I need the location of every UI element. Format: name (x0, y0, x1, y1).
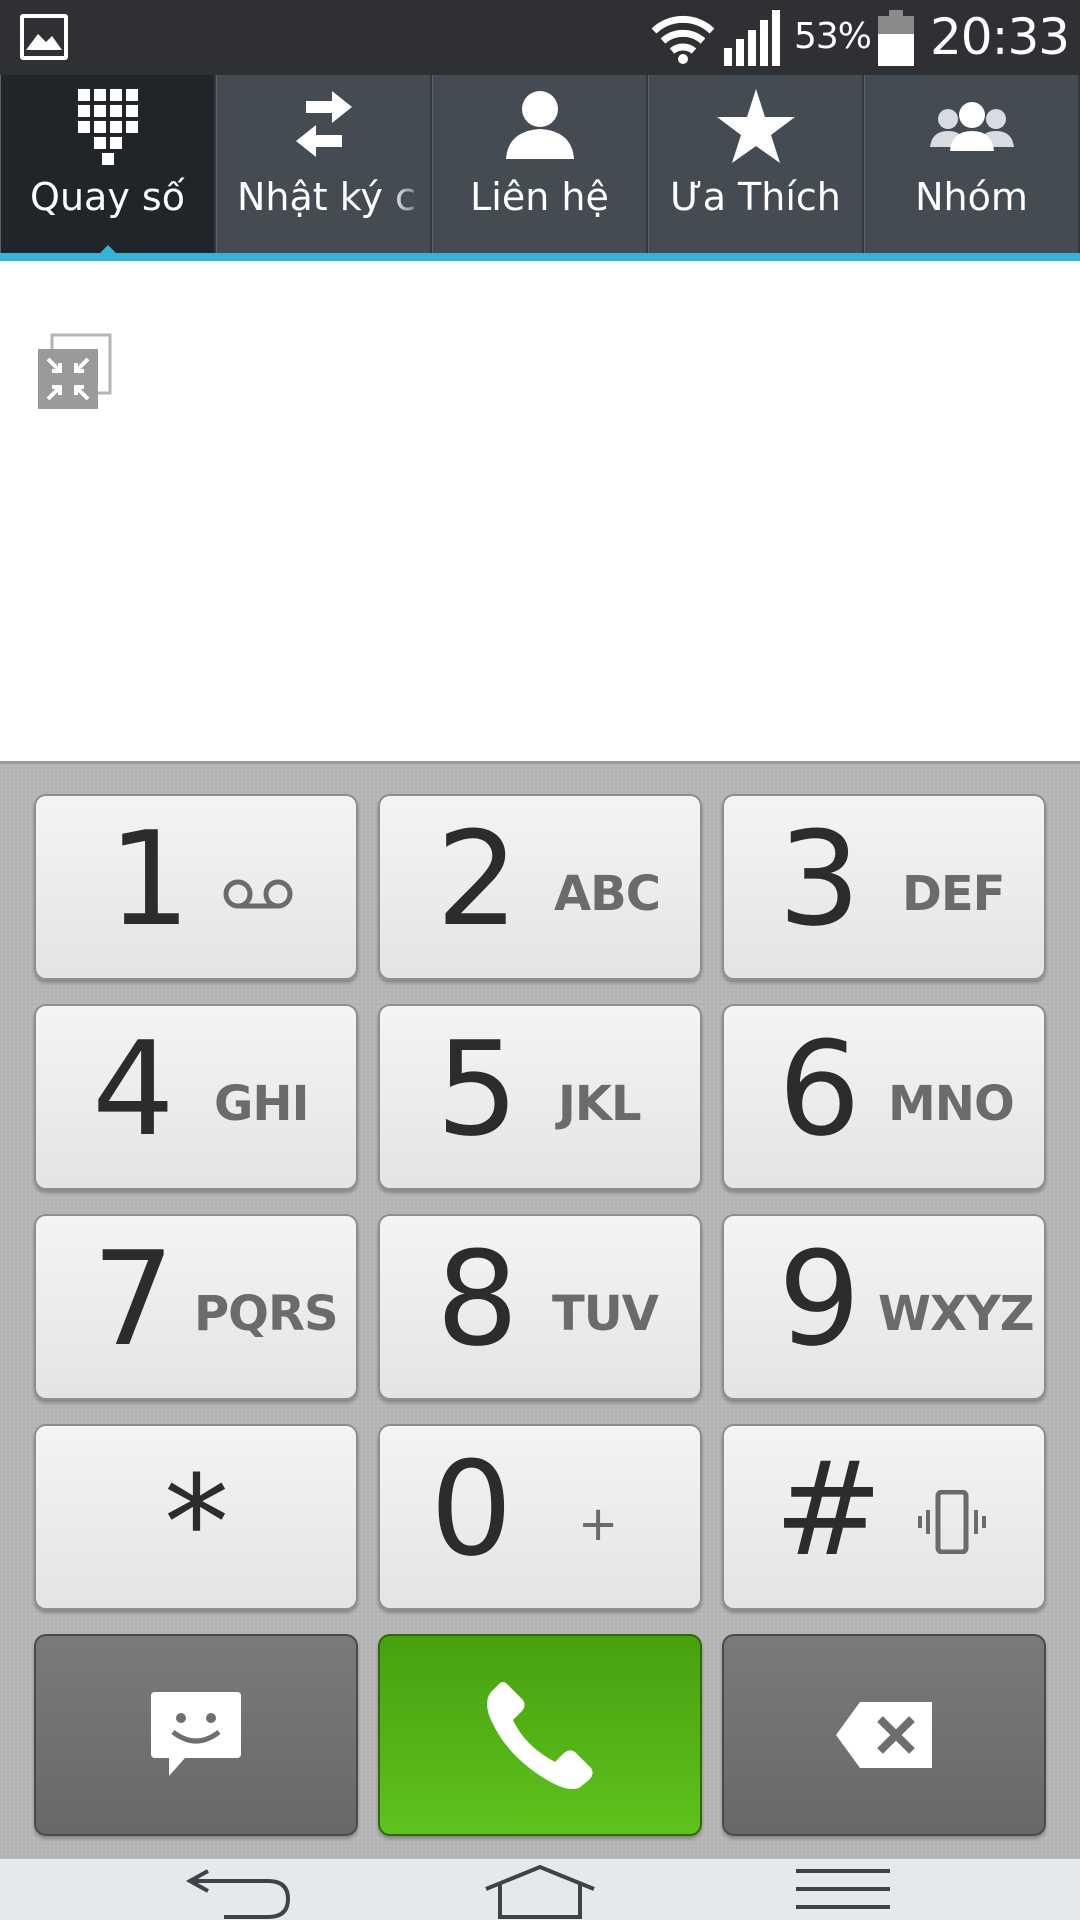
tab-call-log[interactable]: Nhật ký c (216, 75, 432, 253)
dialer-screen: 53% 20:33 Quay số Nhật ký c Liên hệ Ưa T… (0, 0, 1080, 1920)
key-3[interactable]: 3 DEF (722, 794, 1046, 980)
call-log-icon (295, 91, 352, 157)
tab-label: Ưa Thích (670, 175, 841, 219)
dialpad-icon (77, 89, 138, 165)
message-icon (151, 1692, 241, 1776)
tab-bar-accent-line (0, 253, 1080, 261)
navigation-bar (0, 1859, 1080, 1920)
gallery-notification-icon (20, 14, 68, 60)
tab-label: Quay số (30, 175, 185, 219)
key-star[interactable]: * (34, 1424, 358, 1610)
key-letters: GHI (214, 1076, 309, 1132)
key-digit: 5 (436, 1013, 519, 1165)
menu-icon[interactable] (796, 1865, 890, 1919)
tab-label: Nhật ký c (237, 175, 416, 219)
collapse-icon[interactable] (36, 333, 112, 409)
keypad: 1 2 ABC 3 DEF 4 GHI 5 JKL 6 MNO 7 PQRS 8… (0, 761, 1080, 1859)
tab-groups[interactable]: Nhóm (864, 75, 1080, 253)
wifi-icon (651, 15, 715, 64)
key-digit: 9 (778, 1223, 861, 1375)
key-5[interactable]: 5 JKL (378, 1004, 702, 1190)
key-digit: * (164, 1447, 229, 1599)
key-4[interactable]: 4 GHI (34, 1004, 358, 1190)
key-digit: 4 (92, 1013, 175, 1165)
tab-bar: Quay số Nhật ký c Liên hệ Ưa Thích Nhóm (0, 75, 1080, 261)
key-digit: # (774, 1433, 883, 1585)
key-letters: MNO (888, 1076, 1015, 1132)
call-button[interactable] (378, 1634, 702, 1836)
key-digit: 0 (430, 1433, 513, 1585)
backspace-button[interactable] (722, 1634, 1046, 1836)
key-letters: PQRS (194, 1286, 339, 1342)
key-letters: TUV (552, 1286, 659, 1342)
key-1[interactable]: 1 (34, 794, 358, 980)
status-bar: 53% 20:33 (0, 0, 1080, 75)
battery-percentage: 53% (794, 16, 872, 57)
voicemail-icon (223, 879, 293, 909)
tab-label: Nhóm (915, 175, 1028, 219)
tab-favorites[interactable]: Ưa Thích (648, 75, 864, 253)
number-display[interactable] (0, 269, 1080, 761)
key-digit: 2 (436, 803, 519, 955)
key-2[interactable]: 2 ABC (378, 794, 702, 980)
key-7[interactable]: 7 PQRS (34, 1214, 358, 1400)
key-9[interactable]: 9 WXYZ (722, 1214, 1046, 1400)
key-6[interactable]: 6 MNO (722, 1004, 1046, 1190)
contact-icon (505, 91, 574, 159)
key-letters: JKL (558, 1076, 642, 1132)
key-digit: 1 (108, 803, 191, 955)
signal-icon (724, 10, 780, 66)
tab-label: Liên hệ (470, 175, 609, 219)
backspace-icon (836, 1702, 932, 1768)
vibrate-icon (918, 1490, 986, 1554)
clock: 20:33 (930, 8, 1070, 66)
key-letters: + (578, 1496, 618, 1552)
battery-icon (878, 10, 914, 66)
key-digit: 7 (92, 1223, 175, 1375)
call-icon (487, 1682, 593, 1789)
home-icon[interactable] (484, 1865, 596, 1919)
back-icon[interactable] (184, 1865, 292, 1919)
key-letters: DEF (902, 866, 1005, 922)
groups-icon (929, 102, 1014, 151)
tab-dialpad[interactable]: Quay số (0, 75, 216, 261)
key-digit: 6 (778, 1013, 861, 1165)
key-8[interactable]: 8 TUV (378, 1214, 702, 1400)
key-letters: WXYZ (878, 1286, 1035, 1342)
key-hash[interactable]: # (722, 1424, 1046, 1610)
key-digit: 3 (778, 803, 861, 955)
key-letters: ABC (554, 866, 661, 922)
key-0[interactable]: 0 + (378, 1424, 702, 1610)
message-button[interactable] (34, 1634, 358, 1836)
key-digit: 8 (436, 1223, 519, 1375)
star-icon (716, 89, 795, 163)
tab-contacts[interactable]: Liên hệ (432, 75, 648, 253)
